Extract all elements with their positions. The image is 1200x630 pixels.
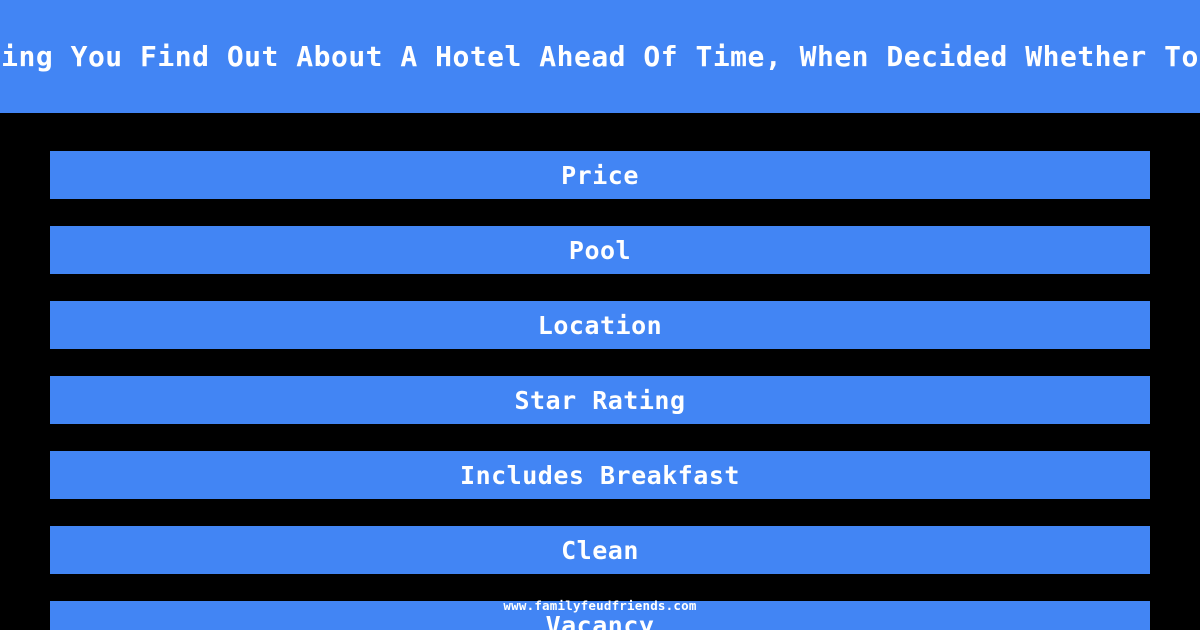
answer-row-2[interactable]: Pool [50, 226, 1150, 274]
page-root: ething You Find Out About A Hotel Ahead … [0, 0, 1200, 630]
answer-label: Star Rating [514, 385, 686, 415]
answer-label: Location [537, 310, 663, 340]
answer-label: Vacancy [545, 610, 655, 630]
answer-label: Clean [561, 535, 639, 565]
answer-label: Price [561, 160, 639, 190]
answer-row-5[interactable]: Includes Breakfast [50, 451, 1150, 499]
answer-row-1[interactable]: Price [50, 151, 1150, 199]
answer-label: Includes Breakfast [460, 460, 740, 490]
answer-row-3[interactable]: Location [50, 301, 1150, 349]
answer-row-6[interactable]: Clean [50, 526, 1150, 574]
answer-label: Pool [568, 235, 632, 265]
question-text: ething You Find Out About A Hotel Ahead … [0, 39, 1200, 73]
site-watermark: www.familyfeudfriends.com [503, 598, 697, 613]
question-banner: ething You Find Out About A Hotel Ahead … [0, 0, 1200, 113]
answers-list: Price Pool Location Star Rating Includes… [0, 113, 1200, 630]
answer-row-4[interactable]: Star Rating [50, 376, 1150, 424]
